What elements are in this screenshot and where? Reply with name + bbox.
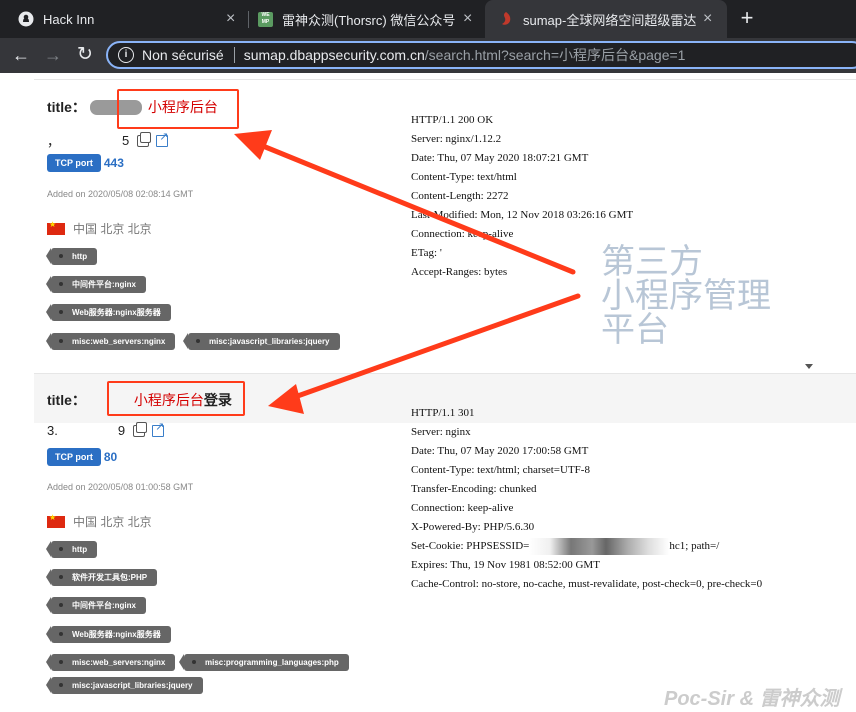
location-text: 中国 北京 北京 (73, 515, 152, 529)
copy-icon[interactable] (137, 131, 152, 147)
ip-prefix: ， (47, 134, 61, 149)
close-icon[interactable]: × (703, 10, 712, 28)
response-line: Content-Type: text/html; charset=UTF-8 (411, 464, 590, 476)
tab-thorsrc-wechat[interactable]: WE MP 雷神众测(Thorsrc) 微信公众号 × (249, 0, 484, 38)
tab-label: Hack Inn (43, 11, 95, 27)
wechat-icon: WE MP (258, 11, 273, 27)
close-icon[interactable]: × (226, 10, 235, 28)
record-separator (34, 79, 856, 80)
tag-chip[interactable]: misc:programming_languages:php (179, 654, 349, 671)
http-response: HTTP/1.1 301 Server: nginx Date: Thu, 07… (411, 404, 762, 594)
response-line: Connection: keep-alive (411, 502, 514, 514)
tag-chip[interactable]: 中间件平台:nginx (46, 276, 146, 293)
tab-hack-inn[interactable]: Hack Inn × (0, 0, 248, 38)
tag-chip[interactable]: Web服务器:nginx服务器 (46, 626, 171, 643)
china-flag-icon (47, 513, 65, 528)
host-address: ， 5 (47, 130, 168, 150)
response-line: Content-Length: 2272 (411, 190, 509, 202)
response-line: Expires: Thu, 19 Nov 1981 08:52:00 GMT (411, 559, 600, 571)
tcp-port-badge: TCP port (47, 154, 101, 172)
github-icon (18, 11, 34, 27)
tcp-port-badge: TCP port (47, 448, 101, 466)
close-icon[interactable]: × (463, 10, 472, 28)
tag-chip[interactable]: misc:javascript_libraries:jquery (46, 677, 203, 694)
cookie-prefix: Set-Cookie: PHPSESSID= (411, 540, 530, 552)
title-highlight-box (107, 381, 245, 416)
response-line: X-Powered-By: PHP/5.6.30 (411, 521, 535, 533)
url-host: sumap.dbappsecurity.com.cn (243, 47, 425, 63)
tag-chip[interactable]: 软件开发工具包:PHP (45, 569, 158, 586)
host-address: 3. 9 (47, 420, 164, 439)
response-line: Connection: keep-alive (411, 228, 514, 240)
ip-suffix: 9 (117, 423, 126, 438)
ip-prefix: 3. (47, 423, 58, 438)
tag-chip[interactable]: misc:web_servers:nginx (45, 333, 176, 350)
tab-label: 雷神众测(Thorsrc) 微信公众号 (282, 12, 456, 28)
title-label: title： (47, 99, 86, 115)
forward-button[interactable]: → (42, 43, 64, 67)
watermark: Poc-Sir & 雷神众测 (664, 688, 840, 710)
geo-location: 中国 北京 北京 (47, 220, 152, 237)
added-date: Added on 2020/05/08 02:08:14 GMT (47, 189, 194, 199)
port-info: TCP port 443 (47, 154, 124, 172)
response-line: Last-Modified: Mon, 12 Nov 2018 03:26:16… (411, 209, 634, 221)
external-link-icon[interactable] (156, 130, 168, 147)
response-line: Content-Type: text/html (411, 171, 517, 183)
expand-caret-icon[interactable] (805, 364, 813, 369)
security-label[interactable]: Non sécurisé (142, 47, 224, 63)
annotation-text: 第三方 小程序管理 平台 (601, 242, 771, 350)
china-flag-icon (47, 220, 65, 235)
port-link[interactable]: 80 (104, 450, 117, 464)
back-button[interactable]: ← (10, 43, 32, 67)
geo-location: 中国 北京 北京 (47, 513, 152, 530)
response-line: Accept-Ranges: bytes (411, 266, 508, 278)
title-highlight-box (117, 89, 239, 129)
response-line: HTTP/1.1 301 (411, 407, 475, 419)
title-label: title： (47, 392, 86, 408)
external-link-icon[interactable] (152, 420, 164, 437)
response-line: Cache-Control: no-store, no-cache, must-… (411, 578, 763, 590)
new-tab-button[interactable]: + (737, 6, 757, 30)
url-path: /search.html?search=小程序后台&page=1 (424, 47, 686, 63)
response-line: Date: Thu, 07 May 2020 18:07:21 GMT (411, 152, 589, 164)
tag-chip[interactable]: misc:javascript_libraries:jquery (183, 333, 340, 350)
tag-chip[interactable]: 中间件平台:nginx (46, 597, 146, 614)
tab-label: sumap-全球网络空间超级雷达 (523, 12, 697, 28)
http-response: HTTP/1.1 200 OK Server: nginx/1.12.2 Dat… (411, 111, 633, 282)
tag-chip[interactable]: misc:web_servers:nginx (45, 654, 176, 671)
tag-chip[interactable]: Web服务器:nginx服务器 (46, 304, 171, 321)
cookie-suffix: hc1; path=/ (669, 540, 720, 552)
sumap-icon (502, 12, 511, 25)
response-line: Date: Thu, 07 May 2020 17:00:58 GMT (411, 445, 589, 457)
response-line: Server: nginx (411, 426, 471, 438)
port-info: TCP port 80 (47, 448, 117, 466)
address-bar[interactable]: i Non sécurisé sumap.dbappsecurity.com.c… (106, 41, 856, 69)
tab-sumap[interactable]: sumap-全球网络空间超级雷达 × (485, 0, 727, 38)
reload-button[interactable]: ↻ (74, 43, 96, 67)
info-icon[interactable]: i (118, 47, 134, 63)
response-line: HTTP/1.1 200 OK (411, 114, 494, 126)
ip-suffix: 5 (122, 133, 130, 148)
record-separator (34, 373, 856, 374)
response-line: Server: nginx/1.12.2 (411, 133, 502, 145)
response-line: Set-Cookie: PHPSESSID= hc1; path=/ (411, 537, 762, 556)
omnibox-divider (233, 47, 235, 63)
tag-chip[interactable]: http (45, 541, 98, 558)
response-line: Transfer-Encoding: chunked (411, 483, 537, 495)
tag-chip[interactable]: http (45, 248, 98, 265)
redacted-cookie (529, 537, 670, 555)
copy-icon[interactable] (133, 421, 148, 437)
response-line: ETag: ' (411, 247, 442, 259)
tab-bar: Hack Inn × WE MP 雷神众测(Thorsrc) 微信公众号 × s… (0, 0, 856, 38)
added-date: Added on 2020/05/08 01:00:58 GMT (47, 482, 194, 492)
location-text: 中国 北京 北京 (73, 222, 152, 236)
port-link[interactable]: 443 (104, 156, 124, 170)
